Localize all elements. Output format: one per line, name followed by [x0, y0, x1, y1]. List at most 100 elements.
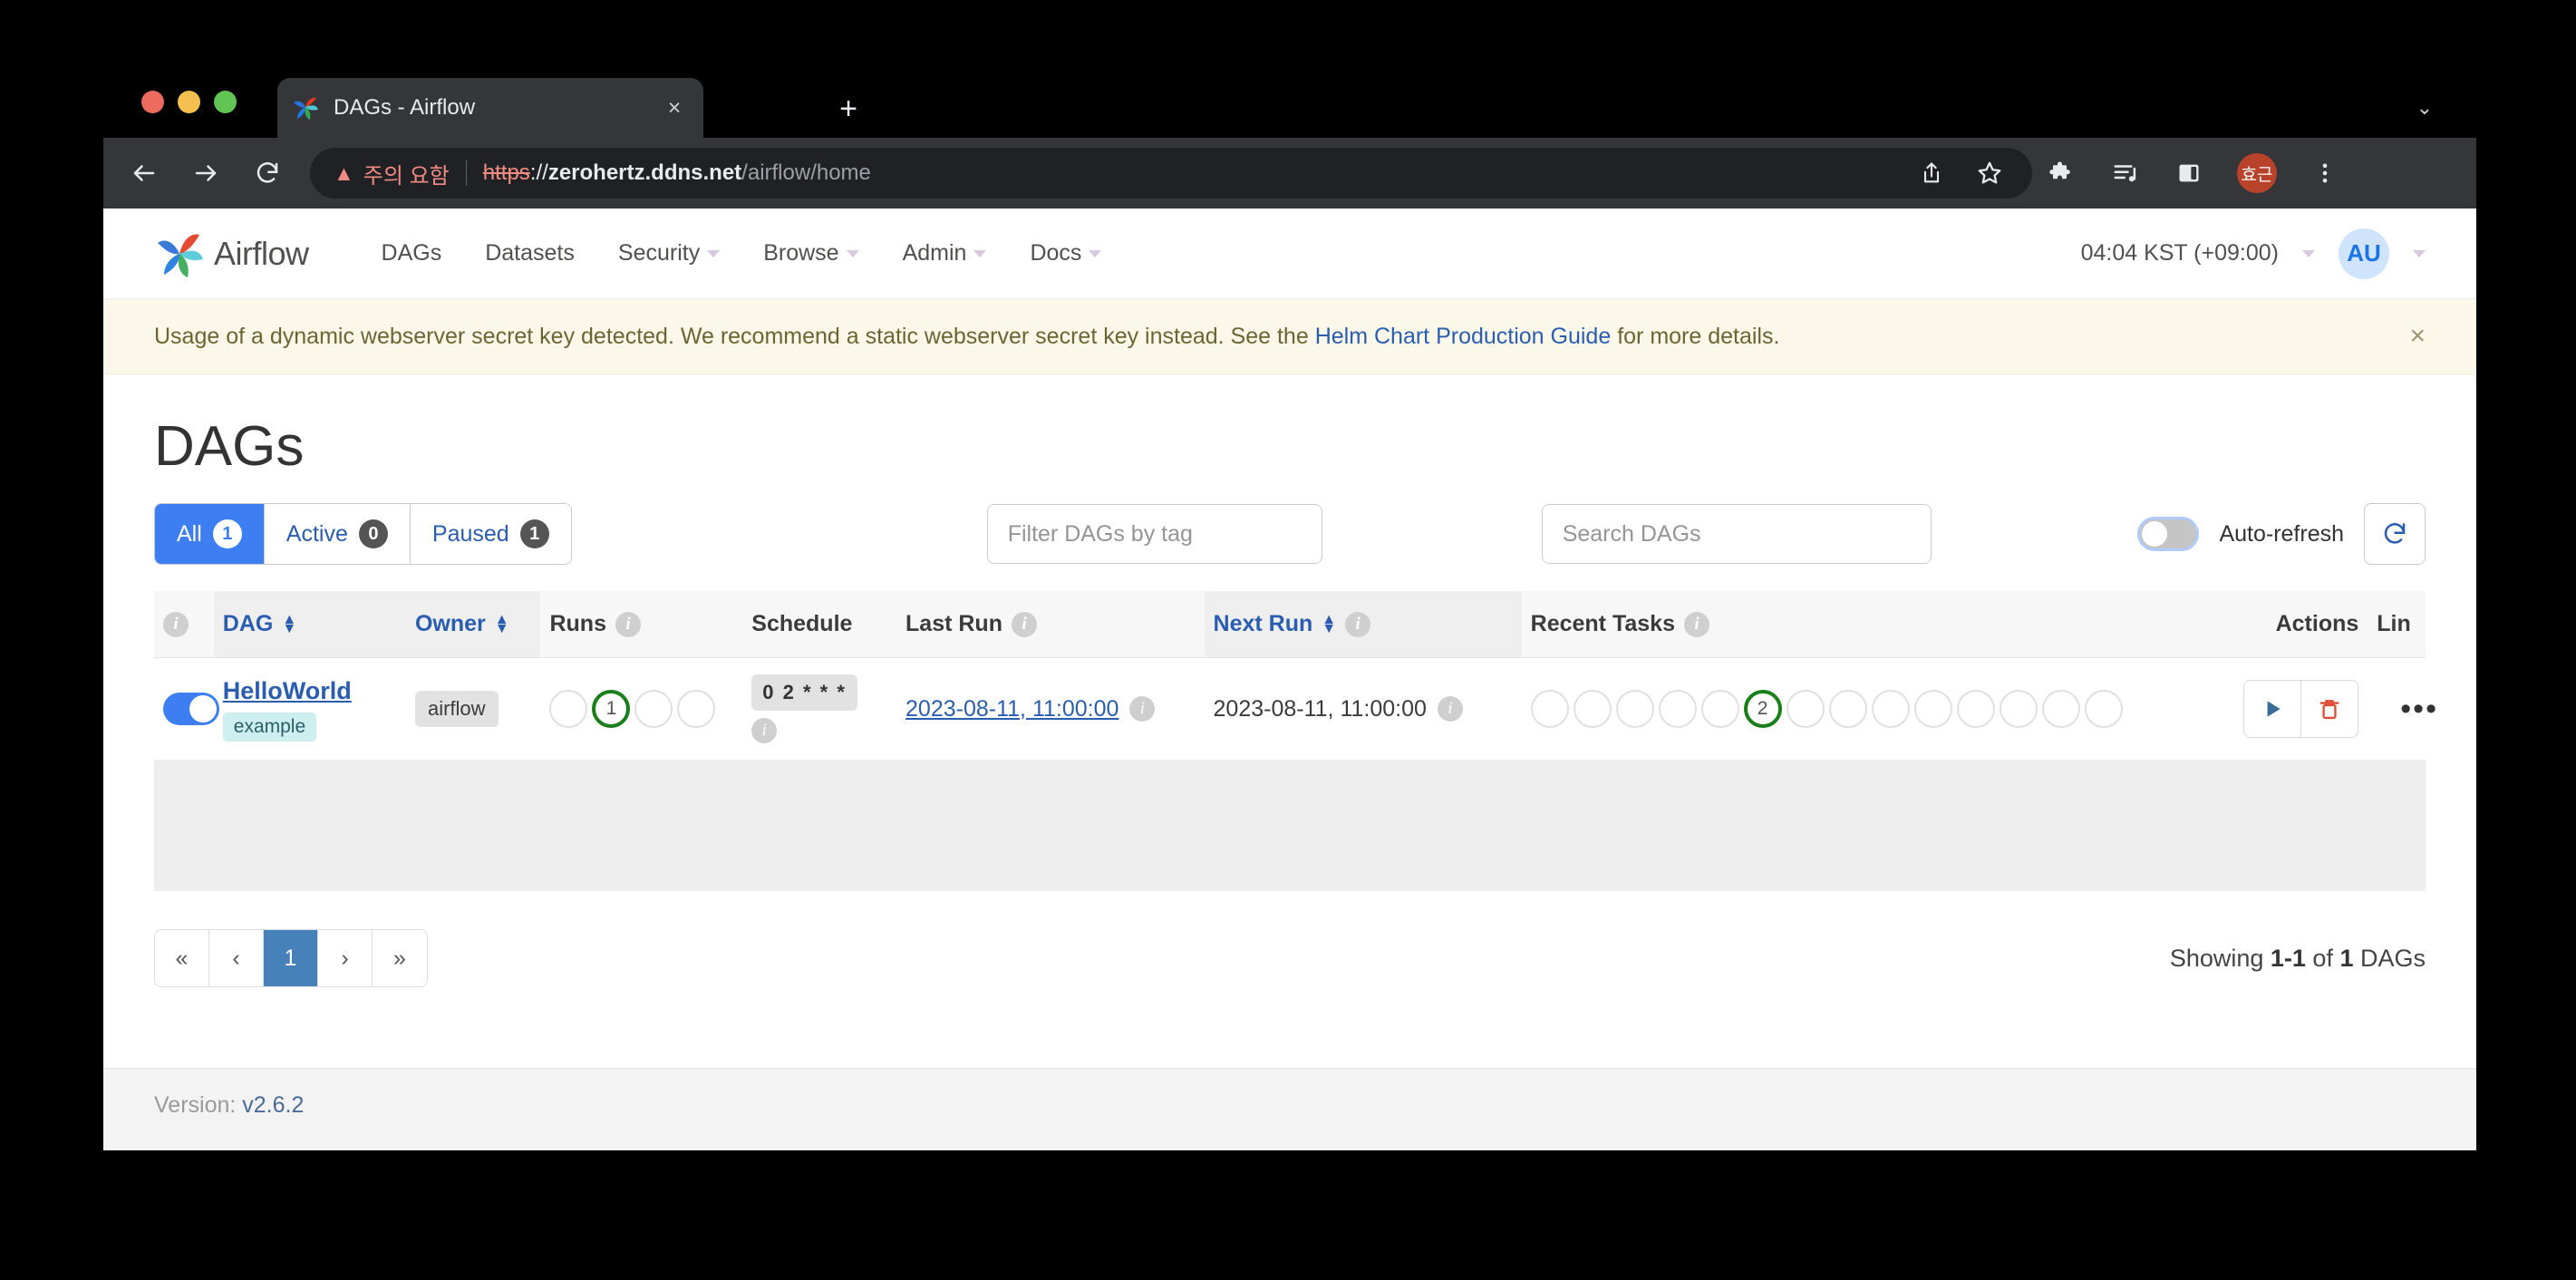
forward-button[interactable] [185, 152, 227, 194]
airflow-pinwheel-icon [154, 228, 205, 279]
close-tab-icon[interactable]: × [660, 93, 689, 122]
airflow-brand-label: Airflow [214, 234, 309, 272]
tag-filter-input[interactable]: Filter DAGs by tag [986, 504, 1322, 564]
page-next-button[interactable]: › [318, 930, 373, 986]
search-dags-input[interactable]: Search DAGs [1541, 504, 1932, 564]
task-status-circle[interactable] [1999, 690, 2038, 728]
info-icon[interactable]: i [1129, 696, 1156, 722]
info-icon[interactable]: i [751, 718, 778, 743]
task-status-circle[interactable] [1956, 690, 1995, 728]
info-icon[interactable]: i [1437, 696, 1463, 722]
media-playlist-icon[interactable] [2110, 158, 2141, 189]
back-button[interactable] [123, 152, 165, 194]
toggle-knob [2142, 521, 2168, 547]
page-prev-button[interactable]: ‹ [209, 930, 264, 986]
sort-icon[interactable]: ▲ ▼ [1322, 612, 1336, 635]
links-menu-button[interactable]: ••• [2377, 692, 2438, 726]
address-bar[interactable]: ▲ 주의 요함 https://zerohertz.ddns.net/airfl… [310, 148, 2032, 199]
task-status-circle[interactable] [2041, 690, 2080, 728]
timezone-clock[interactable]: 04:04 KST (+09:00) [2081, 240, 2279, 267]
info-icon[interactable]: i [1345, 611, 1371, 637]
showing-middle: of [2305, 944, 2340, 972]
chevron-down-icon[interactable] [2413, 249, 2426, 257]
run-status-circle[interactable] [677, 690, 716, 728]
task-status-circle[interactable] [1786, 690, 1825, 728]
info-icon[interactable]: i [615, 611, 641, 637]
page-number-button[interactable]: 1 [264, 930, 318, 986]
header-next-run[interactable]: Next Run ▲ ▼ i [1204, 591, 1522, 658]
sort-icon[interactable]: ▲ ▼ [282, 612, 296, 635]
showing-prefix: Showing [2169, 944, 2271, 972]
extensions-puzzle-icon[interactable] [2047, 158, 2077, 189]
nav-item-dags[interactable]: DAGs [360, 240, 464, 267]
airflow-page: Airflow DAGs Datasets Security Browse Ad… [103, 208, 2476, 1150]
run-status-circle[interactable]: 1 [592, 690, 631, 728]
nav-item-datasets[interactable]: Datasets [463, 240, 596, 267]
close-alert-icon[interactable]: × [2409, 323, 2426, 350]
filter-tab-active[interactable]: Active 0 [264, 504, 411, 564]
filter-tab-all[interactable]: All 1 [155, 504, 265, 564]
last-run-timestamp[interactable]: 2023-08-11, 11:00:00 [905, 696, 1119, 722]
nav-item-docs[interactable]: Docs [1008, 240, 1123, 267]
task-status-circle[interactable] [1530, 690, 1569, 728]
browser-menu-icon[interactable] [2310, 158, 2340, 189]
chevron-down-icon[interactable]: ⌄ [2409, 92, 2440, 123]
info-icon[interactable]: i [163, 611, 189, 637]
profile-avatar[interactable]: 효근 [2237, 153, 2277, 193]
task-status-circle[interactable]: 2 [1743, 690, 1782, 728]
table-empty-space [154, 760, 2426, 891]
page-first-button[interactable]: « [155, 930, 209, 986]
delete-dag-button[interactable] [2301, 681, 2358, 737]
info-icon[interactable]: i [1683, 611, 1709, 637]
dag-link[interactable]: HelloWorld [223, 677, 397, 705]
browser-tab[interactable]: DAGs - Airflow × [277, 78, 703, 138]
airflow-logo[interactable]: Airflow [154, 228, 309, 279]
header-label: Runs [549, 611, 606, 636]
user-avatar[interactable]: AU [2339, 228, 2389, 279]
helm-chart-guide-link[interactable]: Helm Chart Production Guide [1315, 324, 1612, 349]
dags-table-header: i DAG ▲ ▼ Owner ▲ ▼ Runs i Schedule Last Run i… [154, 591, 2426, 658]
task-status-circle[interactable] [1573, 690, 1612, 728]
info-icon[interactable]: i [1011, 611, 1037, 637]
version-link[interactable]: v2.6.2 [242, 1092, 304, 1118]
dag-pause-toggle[interactable] [163, 693, 219, 725]
task-status-circle[interactable] [2084, 690, 2123, 728]
header-last-run: Last Run i [896, 591, 1205, 658]
minimize-window-button[interactable] [178, 91, 200, 113]
chevron-down-icon [1089, 249, 1102, 257]
task-status-circle[interactable] [1871, 690, 1910, 728]
filter-tab-paused[interactable]: Paused 1 [410, 504, 571, 564]
bookmark-star-icon[interactable] [1974, 158, 2005, 189]
auto-refresh-toggle[interactable] [2137, 517, 2200, 551]
nav-item-admin[interactable]: Admin [881, 240, 1009, 267]
task-status-circle[interactable] [1828, 690, 1867, 728]
new-tab-button[interactable]: + [828, 89, 868, 129]
share-icon[interactable] [1916, 158, 1947, 189]
run-status-circle[interactable] [634, 690, 673, 728]
side-panel-icon[interactable] [2174, 158, 2204, 189]
pagination-row: « ‹ 1 › » Showing 1-1 of 1 DAGs [154, 929, 2426, 987]
header-label: Recent Tasks [1530, 611, 1675, 636]
cell-actions [2175, 657, 2368, 761]
task-status-circle[interactable] [1615, 690, 1654, 728]
auto-refresh-area: Auto-refresh [2137, 503, 2426, 565]
close-window-button[interactable] [141, 91, 164, 113]
reload-button[interactable] [247, 152, 288, 194]
refresh-button[interactable] [2364, 503, 2426, 565]
sort-icon[interactable]: ▲ ▼ [495, 612, 509, 635]
nav-item-browse[interactable]: Browse [741, 240, 880, 267]
nav-item-security[interactable]: Security [596, 240, 741, 267]
run-status-circle[interactable] [549, 690, 588, 728]
task-status-circle[interactable] [1658, 690, 1697, 728]
header-owner[interactable]: Owner ▲ ▼ [405, 591, 541, 658]
dag-tag[interactable]: example [222, 712, 317, 742]
cell-owner: airflow [405, 657, 541, 761]
maximize-window-button[interactable] [214, 91, 237, 113]
url-scheme: https [482, 160, 530, 185]
chevron-down-icon[interactable] [2302, 249, 2315, 257]
task-status-circle[interactable] [1913, 690, 1952, 728]
page-last-button[interactable]: » [373, 930, 427, 986]
task-status-circle[interactable] [1700, 690, 1739, 728]
header-dag[interactable]: DAG ▲ ▼ [213, 591, 406, 658]
trigger-dag-button[interactable] [2244, 681, 2302, 737]
